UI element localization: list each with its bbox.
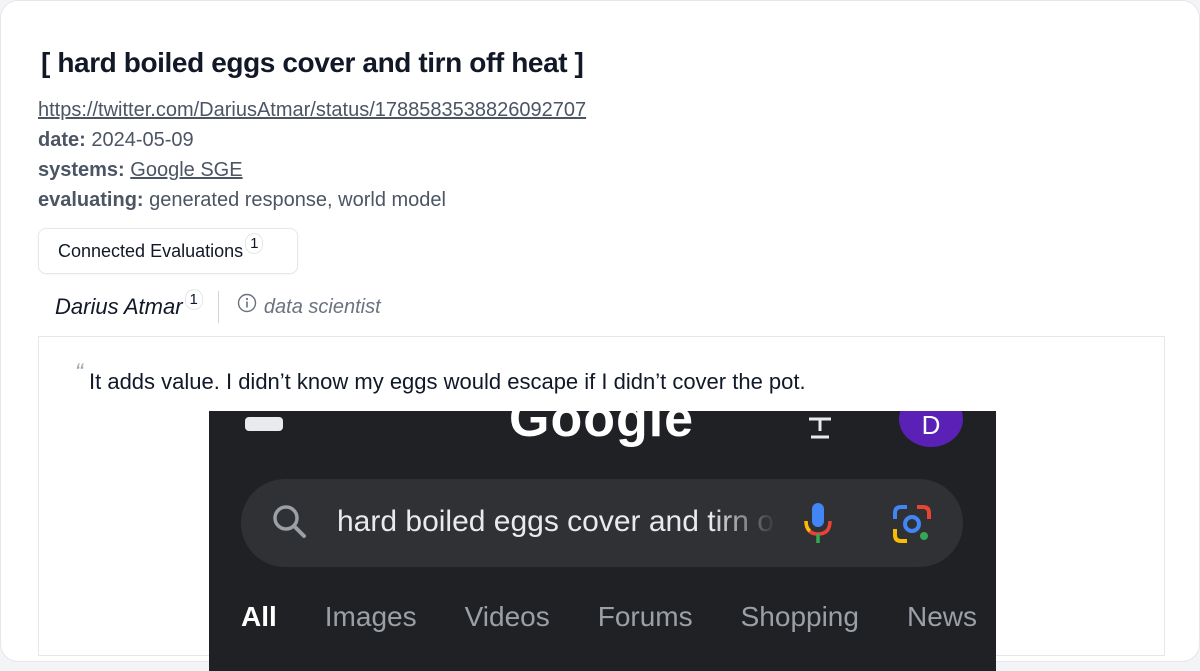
page-title: [ hard boiled eggs cover and tirn off he… <box>41 47 584 79</box>
author-row: Darius Atmar 1 data scientist <box>55 289 381 323</box>
author-count: 1 <box>185 289 202 309</box>
quote-mark-icon: “ <box>75 359 83 386</box>
google-logo: Google <box>509 411 695 448</box>
search-bar: hard boiled eggs cover and tirn off heat <box>241 479 963 567</box>
search-icon <box>273 505 306 538</box>
author-name[interactable]: Darius Atmar <box>55 294 183 320</box>
evaluation-card: [ hard boiled eggs cover and tirn off he… <box>0 0 1200 671</box>
meta-evaluating: evaluating: generated response, world mo… <box>38 189 446 212</box>
date-value: 2024-05-09 <box>91 129 194 151</box>
tab-forums: Forums <box>597 601 693 632</box>
cloud-icon <box>245 417 283 431</box>
author-role: data scientist <box>263 295 381 318</box>
tab-shopping: Shopping <box>740 601 859 632</box>
microphone-icon <box>804 503 832 543</box>
connected-evaluations-count: 1 <box>246 233 263 253</box>
author-divider <box>217 291 219 323</box>
google-lens-icon <box>893 505 931 543</box>
title-bracket-open: [ <box>41 47 58 78</box>
title-bracket-close: ] <box>567 47 584 78</box>
avatar: D <box>899 411 963 447</box>
tab-all: All <box>241 601 277 632</box>
evaluating-label: evaluating: <box>38 189 144 211</box>
systems-link[interactable]: Google SGE <box>130 159 242 181</box>
systems-label: systems: <box>38 159 125 181</box>
labs-flask-icon <box>809 417 831 439</box>
info-icon <box>237 293 257 313</box>
tab-news: News <box>906 601 977 632</box>
embedded-screenshot: Google D hard boiled eggs cover and tirn… <box>209 411 996 671</box>
connected-evaluations-button[interactable]: Connected Evaluations 1 <box>38 228 298 274</box>
tab-images: Images <box>324 601 417 632</box>
evaluating-value: generated response, world model <box>149 189 446 211</box>
tab-videos: Videos <box>464 601 550 632</box>
quote-box: “ It adds value. I didn’t know my eggs w… <box>38 336 1165 671</box>
meta-systems: systems: Google SGE <box>38 159 243 182</box>
date-label: date: <box>38 129 86 151</box>
connected-evaluations-label: Connected Evaluations <box>58 240 244 261</box>
quote-text: It adds value. I didn’t know my eggs wou… <box>89 369 806 394</box>
search-input: hard boiled eggs cover and tirn off heat <box>337 505 777 538</box>
title-text: hard boiled eggs cover and tirn off heat <box>57 47 568 78</box>
source-link[interactable]: https://twitter.com/DariusAtmar/status/1… <box>38 99 586 122</box>
meta-date: date: 2024-05-09 <box>38 129 194 152</box>
search-tabs: All Images Videos Forums Shopping News <box>241 601 996 633</box>
